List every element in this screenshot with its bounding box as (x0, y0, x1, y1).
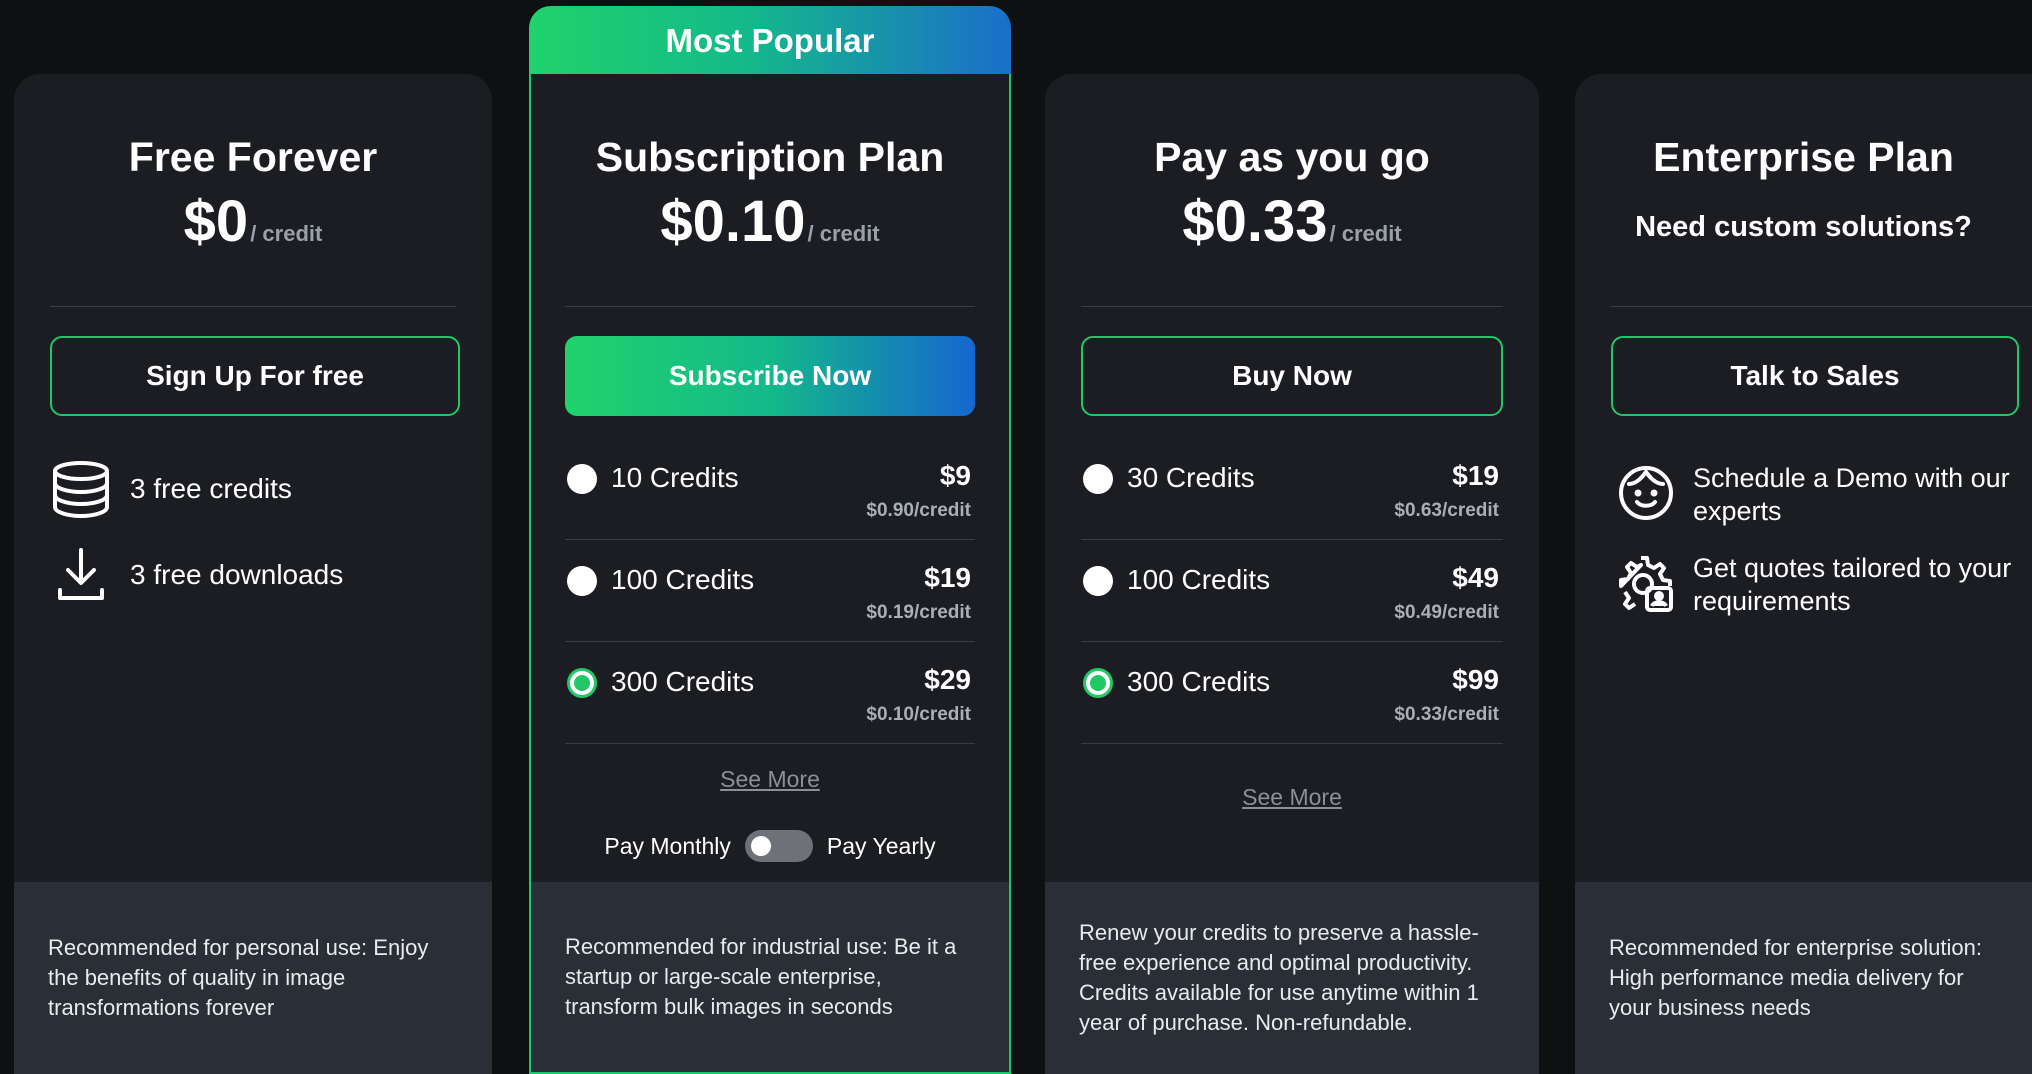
plan-card-free: Free Forever $0 / credit Sign Up For fre… (14, 74, 492, 1074)
plan-title: Pay as you go (1154, 134, 1430, 180)
divider (50, 306, 456, 307)
option-price: $49 (1452, 562, 1499, 593)
plan-footer: Renew your credits to preserve a hassle-… (1045, 882, 1539, 1074)
feature-label: 3 free credits (130, 473, 292, 504)
plan-card-pay-as-you-go: Pay as you go $0.33 / credit Buy Now 30 … (1045, 74, 1539, 1074)
sign-up-button[interactable]: Sign Up For free (50, 336, 460, 416)
download-icon (50, 544, 112, 606)
feature-label: Schedule a Demo with our experts (1693, 463, 2010, 526)
see-more-link[interactable]: See More (1045, 784, 1539, 811)
price-unit: / credit (1329, 221, 1402, 246)
option-label: 10 Credits (611, 462, 739, 493)
credit-option-10[interactable]: 10 Credits $9 $0.90/credit (565, 440, 975, 540)
feature-custom-quotes: Get quotes tailored to your requirements (1615, 552, 2015, 618)
price-unit: / credit (807, 221, 880, 246)
radio-button-selected[interactable] (567, 668, 597, 698)
plan-price: $0 (183, 189, 249, 254)
option-label: 100 Credits (611, 564, 755, 595)
subscribe-now-button[interactable]: Subscribe Now (565, 336, 975, 416)
radio-button[interactable] (567, 464, 597, 494)
option-label: 300 Credits (611, 666, 755, 697)
most-popular-banner: Most Popular (529, 6, 1011, 76)
database-icon (50, 458, 112, 520)
credit-option-300[interactable]: 300 Credits $99 $0.33/credit (1081, 644, 1503, 744)
plan-title: Enterprise Plan (1653, 134, 1954, 180)
plan-title: Subscription Plan (595, 134, 945, 180)
smiley-face-icon (1615, 462, 1677, 524)
credit-option-100[interactable]: 100 Credits $19 $0.19/credit (565, 542, 975, 642)
option-per-credit: $0.33/credit (1394, 704, 1499, 725)
option-price: $99 (1452, 664, 1499, 695)
feature-credits: 3 free credits (50, 458, 292, 520)
option-label: 30 Credits (1127, 462, 1255, 493)
option-per-credit: $0.49/credit (1394, 602, 1499, 623)
plan-price: $0.10 (660, 189, 806, 254)
plan-subtitle: Need custom solutions? (1635, 211, 1972, 243)
plan-footer: Recommended for personal use: Enjoy the … (14, 882, 492, 1074)
feature-schedule-demo: Schedule a Demo with our experts (1615, 462, 2015, 528)
option-price: $9 (939, 460, 971, 491)
pay-monthly-label: Pay Monthly (604, 832, 731, 859)
plan-title: Free Forever (128, 134, 378, 180)
radio-button-selected[interactable] (1083, 668, 1113, 698)
option-per-credit: $0.63/credit (1394, 500, 1499, 521)
feature-label: Get quotes tailored to your requirements (1693, 553, 2012, 616)
price-row: $0 / credit (14, 188, 492, 255)
option-per-credit: $0.19/credit (866, 602, 971, 623)
pricing-page: Most Popular Free Forever $0 / credit Si… (0, 0, 2032, 1074)
talk-to-sales-button[interactable]: Talk to Sales (1611, 336, 2019, 416)
option-per-credit: $0.10/credit (866, 704, 971, 725)
option-label: 300 Credits (1127, 666, 1271, 697)
gear-user-icon (1615, 552, 1677, 614)
credit-option-30[interactable]: 30 Credits $19 $0.63/credit (1081, 440, 1503, 540)
buy-now-button[interactable]: Buy Now (1081, 336, 1503, 416)
see-more-link[interactable]: See More (531, 766, 1009, 793)
feature-downloads: 3 free downloads (50, 544, 343, 606)
radio-button[interactable] (1083, 566, 1113, 596)
feature-label: 3 free downloads (130, 559, 344, 590)
option-per-credit: $0.90/credit (866, 500, 971, 521)
credit-option-300[interactable]: 300 Credits $29 $0.10/credit (565, 644, 975, 744)
option-price: $19 (924, 562, 971, 593)
divider (1081, 306, 1503, 307)
price-row: $0.33 / credit (1045, 188, 1539, 255)
option-price: $19 (1452, 460, 1499, 491)
billing-toggle-row: Pay Monthly Pay Yearly (531, 830, 1009, 862)
plan-card-subscription: Subscription Plan $0.10 / credit Subscri… (529, 74, 1011, 1074)
divider (1611, 306, 2032, 307)
pay-yearly-label: Pay Yearly (826, 832, 936, 859)
billing-toggle-switch[interactable] (744, 830, 813, 862)
option-price: $29 (924, 664, 971, 695)
divider (565, 306, 975, 307)
price-unit: / credit (250, 221, 323, 246)
credit-option-100[interactable]: 100 Credits $49 $0.49/credit (1081, 542, 1503, 642)
plan-footer: Recommended for industrial use: Be it a … (531, 882, 1009, 1072)
price-row: $0.10 / credit (531, 188, 1009, 255)
plan-price: $0.33 (1182, 189, 1328, 254)
option-label: 100 Credits (1127, 564, 1271, 595)
plan-card-enterprise: Enterprise Plan Need custom solutions? T… (1575, 74, 2032, 1074)
radio-button[interactable] (1083, 464, 1113, 494)
radio-button[interactable] (567, 566, 597, 596)
plan-footer: Recommended for enterprise solution: Hig… (1575, 882, 2032, 1074)
